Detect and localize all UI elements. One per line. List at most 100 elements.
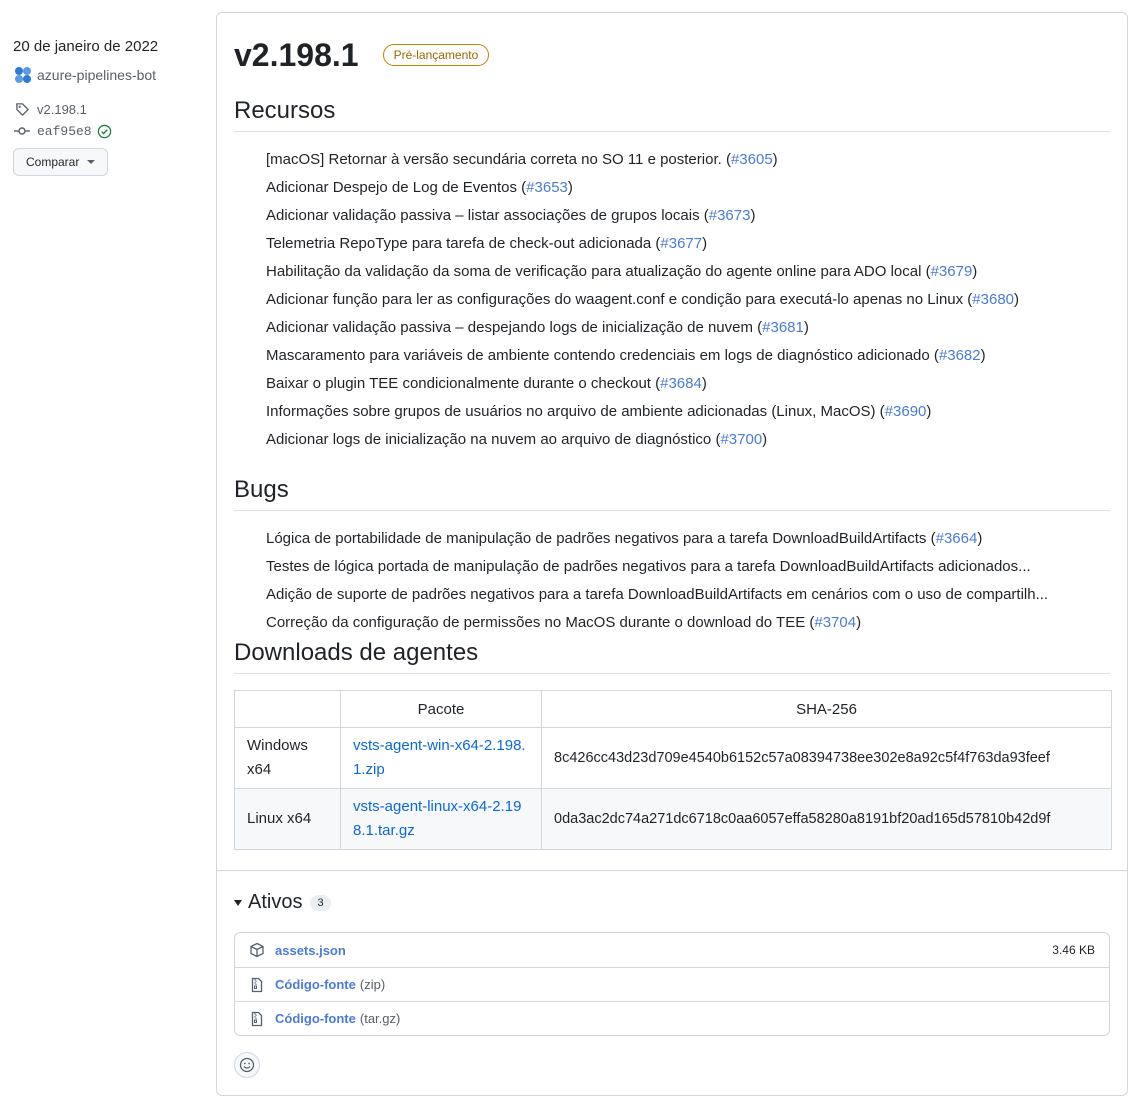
col-sha: SHA-256 [541, 690, 1112, 728]
list-item: Lógica de portabilidade de manipulação d… [266, 525, 1111, 553]
asset-row[interactable]: assets.json 3.46 KB [235, 933, 1109, 967]
compare-button[interactable]: Comparar [13, 148, 109, 176]
pull-request-link[interactable]: #3690 [885, 403, 927, 420]
list-item-suffix: ) [1014, 291, 1020, 308]
list-item-text: Adicionar validação passiva – listar ass… [266, 207, 709, 224]
list-item: Habilitação da validação da soma de veri… [266, 258, 1111, 286]
asset-row[interactable]: Código-fonte (zip) [235, 967, 1109, 1001]
release-sidebar: 20 de janeiro de 2022 azure-pipelines-bo… [13, 38, 203, 176]
bugs-heading: Bugs [234, 476, 1110, 511]
features-heading: Recursos [234, 97, 1110, 132]
list-item-text: Lógica de portabilidade de manipulação d… [266, 530, 936, 547]
author[interactable]: azure-pipelines-bot [13, 65, 203, 85]
release-date: 20 de janeiro de 2022 [13, 38, 159, 55]
sha-cell: 0da3ac2dc74a271dc6718c0aa6057effa58280a8… [541, 788, 1112, 850]
tag-row[interactable]: v2.198.1 [13, 98, 203, 120]
list-item-suffix: ) [702, 235, 708, 252]
asset-row[interactable]: Código-fonte (tar.gz) [235, 1001, 1109, 1035]
list-item: [macOS] Retornar à versão secundária cor… [266, 146, 1111, 174]
col-package: Pacote [340, 690, 542, 728]
table-row: Windows x64 vsts-agent-win-x64-2.198.1.zi… [234, 727, 1112, 789]
list-item-text: Mascaramento para variáveis de ambiente … [266, 347, 939, 364]
list-item-text: Adicionar Despejo de Log de Eventos ( [266, 179, 527, 196]
list-item: Adicionar Despejo de Log de Eventos (#36… [266, 174, 1111, 202]
list-item-text: Informações sobre grupos de usuários no … [266, 403, 885, 420]
assets-toggle[interactable]: Ativos 3 [234, 891, 1127, 914]
assets-list: assets.json 3.46 KB Código-fonte (zip) Códig… [234, 932, 1110, 1036]
file-zip-icon [249, 977, 265, 993]
release-card: v2.198.1 Pré-lançamento Recursos [macOS]… [216, 12, 1128, 1096]
commit-sha[interactable]: eaf95e8 [37, 124, 92, 139]
asset-size: 3.46 KB [1052, 943, 1095, 957]
list-item-suffix: ) [856, 614, 862, 631]
list-item: Adicionar validação passiva – despejando… [266, 314, 1111, 342]
file-zip-icon [249, 1011, 265, 1027]
list-item: Informações sobre grupos de usuários no … [266, 398, 1111, 426]
list-item: Adicionar logs de inicialização na nuvem… [266, 426, 1111, 454]
list-item: Mascaramento para variáveis de ambiente … [266, 342, 1111, 370]
avatar [15, 67, 31, 83]
list-item-suffix: ) [972, 263, 978, 280]
asset-ext: (tar.gz) [359, 1011, 401, 1026]
pull-request-link[interactable]: #3704 [814, 614, 856, 631]
downloads-section: Downloads de agentes Pacote SHA-256 Wind… [234, 639, 1112, 850]
bugs-section: Bugs Lógica de portabilidade de manipula… [234, 476, 1110, 637]
package-download-link[interactable]: vsts-agent-win-x64-2.198.1.zip [353, 737, 526, 778]
list-item-suffix: ) [803, 319, 809, 336]
asset-link[interactable]: Código-fonte [275, 1011, 356, 1026]
smiley-icon [239, 1057, 255, 1073]
sha-value: 8c426cc43d23d709e4540b6152c57a08394738ee… [554, 750, 1050, 766]
assets-heading: Ativos [248, 891, 303, 913]
pull-request-link[interactable]: #3605 [731, 151, 773, 168]
assets-section: Ativos 3 assets.json 3.46 KB Código-fonte(… [217, 870, 1127, 1036]
list-item-text: Adicionar validação passiva – despejando… [266, 319, 763, 336]
prerelease-badge: Pré-lançamento [382, 44, 490, 66]
platform-cell: Linux x64 [234, 788, 341, 850]
pull-request-link[interactable]: #3681 [762, 319, 804, 336]
list-item: Adicionar função para ler as configuraçõ… [266, 286, 1111, 314]
pull-request-link[interactable]: #3682 [939, 347, 981, 364]
list-item-text: Telemetria RepoType para tarefa de check… [266, 235, 661, 252]
list-item-text: Testes de lógica portada de manipulação … [266, 558, 1031, 575]
platform-label: Windows x64 [247, 737, 308, 778]
caret-down-icon [87, 160, 96, 164]
bugs-list: Lógica de portabilidade de manipulação d… [234, 525, 1110, 637]
asset-ext: (zip) [359, 977, 386, 992]
table-row: Linux x64 vsts-agent-linux-x64-2.198.1.ta… [234, 788, 1112, 850]
pull-request-link[interactable]: #3680 [972, 291, 1014, 308]
pull-request-link[interactable]: #3664 [936, 530, 978, 547]
list-item-suffix: ) [980, 347, 986, 364]
list-item: Correção da configuração de permissões n… [266, 609, 1111, 637]
sha-cell: 8c426cc43d23d709e4540b6152c57a08394738ee… [541, 727, 1112, 789]
add-reaction-button[interactable] [234, 1052, 260, 1078]
pull-request-link[interactable]: #3653 [526, 179, 568, 196]
list-item-suffix: ) [750, 207, 756, 224]
tag-name[interactable]: v2.198.1 [37, 102, 87, 117]
list-item-text: Habilitação da validação da soma de veri… [266, 263, 931, 280]
platform-cell: Windows x64 [234, 727, 341, 789]
list-item-text: Adicionar função para ler as configuraçõ… [266, 291, 973, 308]
package-download-link[interactable]: vsts-agent-linux-x64-2.198.1.tar.gz [353, 798, 521, 839]
asset-link[interactable]: Código-fonte [275, 977, 356, 992]
list-item: Adicionar validação passiva – listar ass… [266, 202, 1111, 230]
author-name[interactable]: azure-pipelines-bot [37, 67, 156, 83]
check-circle-icon[interactable] [97, 124, 112, 139]
package-cell: vsts-agent-win-x64-2.198.1.zip [340, 727, 542, 789]
list-item: Telemetria RepoType para tarefa de check… [266, 230, 1111, 258]
commit-row[interactable]: eaf95e8 [13, 120, 203, 142]
col-platform [234, 690, 341, 728]
pull-request-link[interactable]: #3679 [931, 263, 973, 280]
release-title[interactable]: v2.198.1 [234, 37, 359, 74]
list-item-text: Adição de suporte de padrões negativos p… [266, 586, 1049, 603]
pull-request-link[interactable]: #3673 [709, 207, 751, 224]
asset-link[interactable]: assets.json [275, 943, 346, 958]
pull-request-link[interactable]: #3677 [660, 235, 702, 252]
package-icon [249, 942, 265, 958]
list-item-suffix: ) [762, 431, 768, 448]
pull-request-link[interactable]: #3700 [720, 431, 762, 448]
list-item-text: [macOS] Retornar à versão secundária cor… [266, 151, 731, 168]
list-item: Testes de lógica portada de manipulação … [266, 553, 1111, 581]
pull-request-link[interactable]: #3684 [660, 375, 702, 392]
features-list: [macOS] Retornar à versão secundária cor… [234, 146, 1110, 454]
list-item-suffix: ) [701, 375, 707, 392]
